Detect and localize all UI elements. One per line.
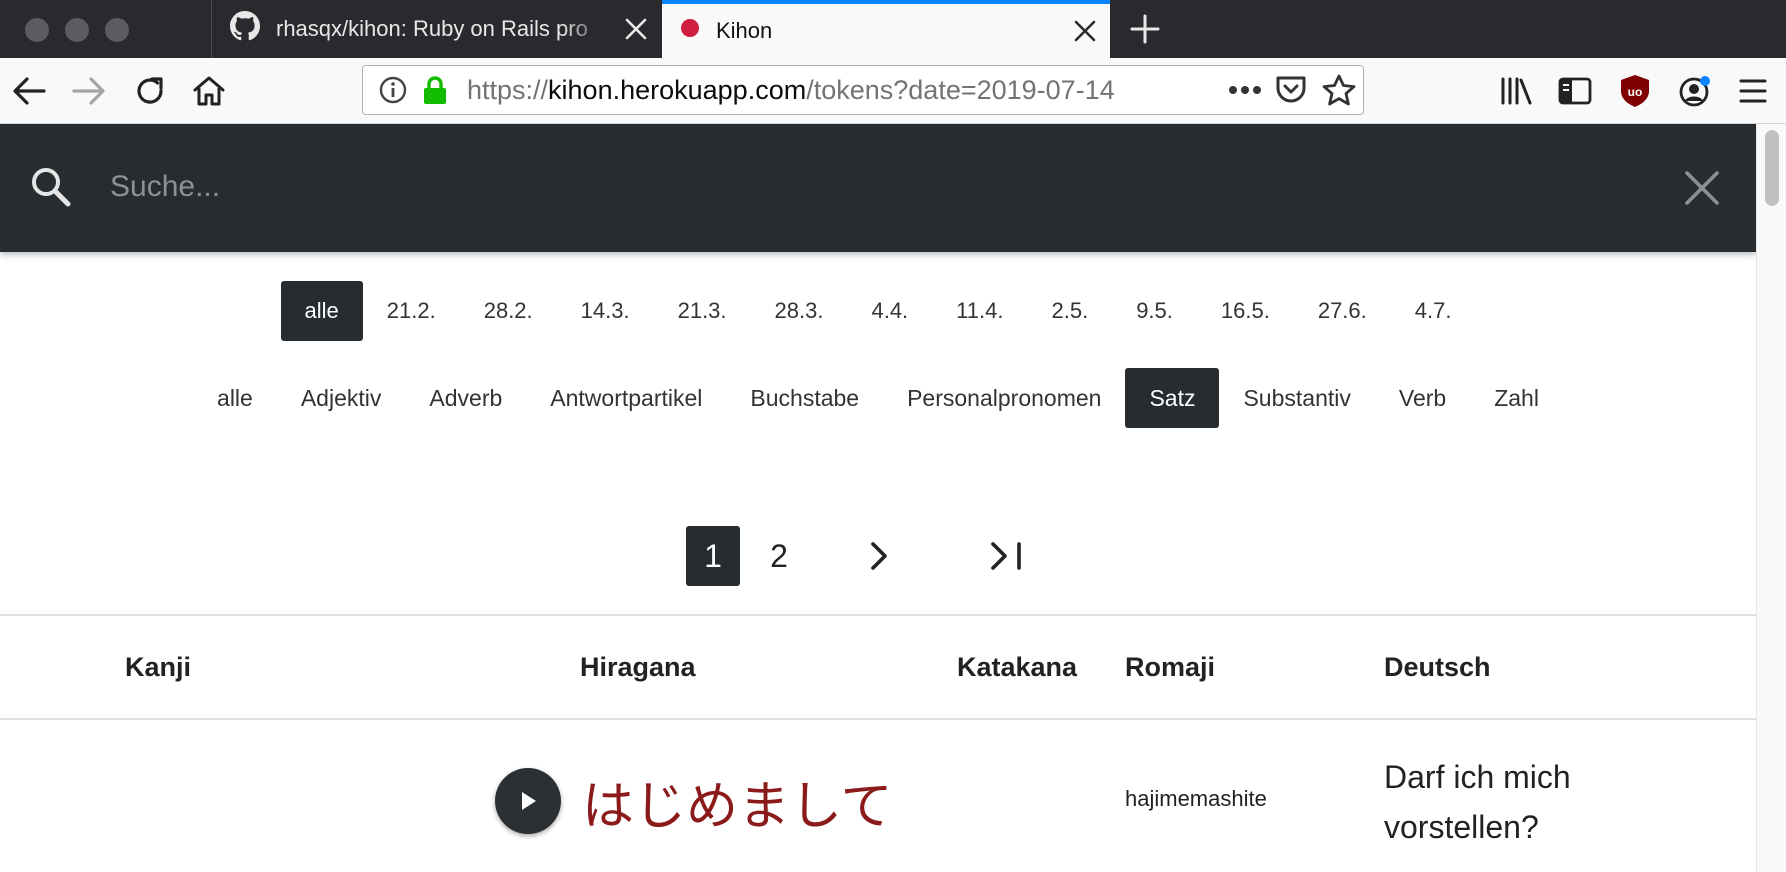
window-zoom-control[interactable]	[105, 18, 129, 42]
close-tab-icon[interactable]	[611, 4, 661, 54]
last-page-icon[interactable]	[980, 526, 1034, 586]
red-circle-icon	[680, 18, 700, 44]
date-filter-16-5[interactable]: 16.5.	[1197, 281, 1294, 341]
date-filter-2-5[interactable]: 2.5.	[1027, 281, 1112, 341]
pagination: 1 2	[686, 526, 1034, 586]
page-2-button[interactable]: 2	[752, 526, 806, 586]
divider	[0, 718, 1756, 720]
type-filter-buchstabe[interactable]: Buchstabe	[726, 368, 883, 428]
date-filter-4-7[interactable]: 4.7.	[1391, 281, 1476, 341]
library-icon[interactable]	[1491, 66, 1541, 116]
column-header-kanji[interactable]: Kanji	[125, 616, 191, 718]
search-input[interactable]	[110, 154, 1610, 220]
date-filter-alle[interactable]: alle	[280, 281, 363, 341]
date-filter-14-3[interactable]: 14.3.	[557, 281, 654, 341]
type-filter-alle[interactable]: alle	[193, 368, 277, 428]
hamburger-menu-icon[interactable]	[1730, 66, 1776, 116]
lock-icon[interactable]	[415, 66, 455, 114]
play-icon	[522, 792, 536, 810]
back-arrow-icon[interactable]	[4, 66, 54, 116]
tab-kihon[interactable]: Kihon	[662, 0, 1110, 58]
window-minimize-control[interactable]	[65, 18, 89, 42]
scrollbar-thumb[interactable]	[1765, 130, 1779, 206]
chevron-right-icon[interactable]	[852, 526, 906, 586]
type-filter-antwortpartikel[interactable]: Antwortpartikel	[526, 368, 726, 428]
table-header-row: Kanji Hiragana Katakana Romaji Deutsch	[0, 616, 1756, 718]
page-1-button[interactable]: 1	[686, 526, 740, 586]
tab-title: Kihon	[716, 18, 773, 43]
browser-tab-bar: rhasqx/kihon: Ruby on Rails pro Kihon	[0, 0, 1786, 58]
close-icon[interactable]	[1676, 162, 1728, 214]
pocket-icon[interactable]	[1271, 66, 1311, 114]
tab-title: rhasqx/kihon: Ruby on Rails pro	[276, 16, 588, 41]
date-filter-27-6[interactable]: 27.6.	[1294, 281, 1391, 341]
url-host: kihon.herokuapp.com	[548, 75, 807, 105]
date-filter-21-2[interactable]: 21.2.	[363, 281, 460, 341]
home-icon[interactable]	[184, 66, 234, 116]
account-icon[interactable]	[1670, 66, 1720, 116]
type-filter-zahl[interactable]: Zahl	[1470, 368, 1563, 428]
search-bar	[0, 124, 1756, 252]
type-filter-adjektiv[interactable]: Adjektiv	[277, 368, 406, 428]
date-filter-row: alle 21.2. 28.2. 14.3. 21.3. 28.3. 4.4. …	[0, 281, 1756, 341]
ublock-shield-icon[interactable]: uo	[1610, 66, 1660, 116]
url-text[interactable]: https://kihon.herokuapp.com/tokens?date=…	[467, 66, 1167, 114]
info-icon[interactable]	[373, 66, 413, 114]
type-filter-personalpronomen[interactable]: Personalpronomen	[883, 368, 1125, 428]
play-audio-button[interactable]	[495, 768, 561, 834]
column-header-deutsch[interactable]: Deutsch	[1384, 616, 1491, 718]
type-filter-substantiv[interactable]: Substantiv	[1219, 368, 1374, 428]
new-tab-icon[interactable]	[1120, 4, 1170, 54]
scrollbar[interactable]	[1756, 124, 1786, 872]
type-filter-adverb[interactable]: Adverb	[405, 368, 526, 428]
column-header-hiragana[interactable]: Hiragana	[580, 616, 696, 718]
close-tab-icon[interactable]	[1060, 6, 1110, 56]
search-icon	[30, 166, 72, 213]
github-icon	[230, 11, 260, 47]
type-filter-row: alle Adjektiv Adverb Antwortpartikel Buc…	[0, 368, 1756, 428]
type-filter-verb[interactable]: Verb	[1375, 368, 1470, 428]
column-header-romaji[interactable]: Romaji	[1125, 616, 1215, 718]
date-filter-28-2[interactable]: 28.2.	[460, 281, 557, 341]
url-scheme: https://	[467, 75, 549, 105]
date-filter-11-4[interactable]: 11.4.	[932, 281, 1027, 341]
more-actions-icon[interactable]	[1225, 66, 1265, 114]
deutsch-cell: Darf ich mich vorstellen?	[1384, 759, 1571, 845]
sidebar-icon[interactable]	[1550, 66, 1600, 116]
reload-icon[interactable]	[125, 66, 175, 116]
page-content: alle 21.2. 28.2. 14.3. 21.3. 28.3. 4.4. …	[0, 124, 1756, 872]
forward-arrow-icon[interactable]	[64, 66, 114, 116]
url-bar[interactable]: https://kihon.herokuapp.com/tokens?date=…	[362, 65, 1364, 115]
window-close-control[interactable]	[25, 18, 49, 42]
romaji-cell: hajimemashite	[1125, 786, 1267, 811]
column-header-katakana[interactable]: Katakana	[957, 616, 1077, 718]
hiragana-cell: はじめまして	[582, 777, 893, 837]
tab-github[interactable]: rhasqx/kihon: Ruby on Rails pro	[211, 0, 661, 58]
type-filter-satz[interactable]: Satz	[1125, 368, 1220, 428]
bookmark-star-icon[interactable]	[1319, 66, 1359, 114]
date-filter-21-3[interactable]: 21.3.	[654, 281, 751, 341]
url-path: /tokens?date=2019-07-14	[806, 75, 1115, 105]
date-filter-9-5[interactable]: 9.5.	[1112, 281, 1197, 341]
browser-toolbar: https://kihon.herokuapp.com/tokens?date=…	[0, 58, 1786, 124]
date-filter-28-3[interactable]: 28.3.	[751, 281, 848, 341]
date-filter-4-4[interactable]: 4.4.	[847, 281, 932, 341]
svg-text:uo: uo	[1628, 85, 1643, 99]
